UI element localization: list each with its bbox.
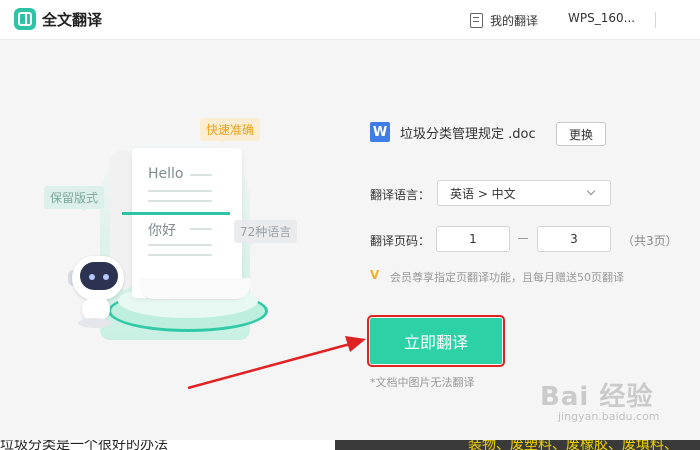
text-line (190, 228, 212, 230)
title-bar: 全文翻译 我的翻译 WPS_160... (0, 0, 700, 40)
robot-body (82, 298, 110, 320)
text-line (148, 244, 212, 246)
vip-text: 会员尊享指定页翻译功能，且每月赠送50页翻译 (390, 271, 624, 284)
watermark-url: jingyan.baidu.com (558, 410, 660, 423)
document-icon (470, 12, 483, 28)
tag-languages: 72种语言 (234, 220, 298, 245)
my-translations-label: 我的翻译 (490, 13, 539, 28)
background-text-left: 垃圾分类是一个很好的办法 (0, 440, 168, 450)
app-title: 全文翻译 (42, 11, 103, 29)
watermark-logo: Bai 经验 (540, 382, 654, 412)
text-line (148, 254, 212, 256)
hello-text: Hello (148, 166, 184, 182)
file-name: 垃圾分类管理规定 .doc (400, 126, 536, 142)
robot-base (78, 318, 112, 328)
language-label: 翻译语言： (370, 188, 431, 202)
pages-label: 翻译页码： (370, 234, 431, 248)
scroll-bottom (140, 278, 250, 300)
robot-face (80, 262, 118, 290)
image-note: *文档中图片无法翻译 (370, 376, 475, 389)
tag-fast-accurate: 快速准确 (200, 118, 261, 143)
vip-notice: 会员尊享指定页翻译功能，且每月赠送50页翻译 (370, 268, 624, 285)
page-from-input[interactable]: 1 (436, 226, 510, 252)
robot-eye (89, 274, 95, 280)
scan-line (122, 212, 230, 215)
language-value: 英语 > 中文 (450, 186, 516, 201)
vip-icon (370, 268, 384, 283)
language-select[interactable]: 英语 > 中文 (437, 180, 611, 206)
nihao-text: 你好 (148, 223, 176, 239)
account-name[interactable]: WPS_160... (568, 11, 635, 25)
titlebar-divider (655, 12, 656, 28)
feature-illustration: Hello 你好 快速准确 保留版式 72种语言 (40, 110, 330, 350)
translate-now-button[interactable]: 立即翻译 (367, 315, 505, 367)
my-translations-link[interactable]: 我的翻译 (470, 10, 538, 30)
tag-keep-format: 保留版式 (44, 186, 105, 211)
page-range-dash (518, 238, 528, 239)
app-logo-icon (14, 8, 36, 30)
selected-file: W 垃圾分类管理规定 .doc (370, 122, 536, 142)
text-line (148, 200, 212, 202)
word-doc-icon: W (370, 122, 390, 142)
total-pages: （共3页） (622, 234, 678, 248)
background-document-strip: 垃圾分类是一个很好的办法 装物、废塑料、废橡胶、废填料、 (0, 440, 700, 450)
robot-eye (103, 274, 109, 280)
chevron-down-icon (586, 186, 596, 196)
background-text-right: 装物、废塑料、废橡胶、废填料、 (468, 440, 678, 450)
text-line (190, 174, 212, 176)
translate-window: 全文翻译 我的翻译 WPS_160... Hello 你好 快速准确 保留版式 … (0, 0, 700, 440)
robot-icon (68, 256, 128, 336)
text-line (148, 190, 212, 192)
change-file-button[interactable]: 更换 (556, 122, 606, 146)
page-to-input[interactable]: 3 (537, 226, 611, 252)
